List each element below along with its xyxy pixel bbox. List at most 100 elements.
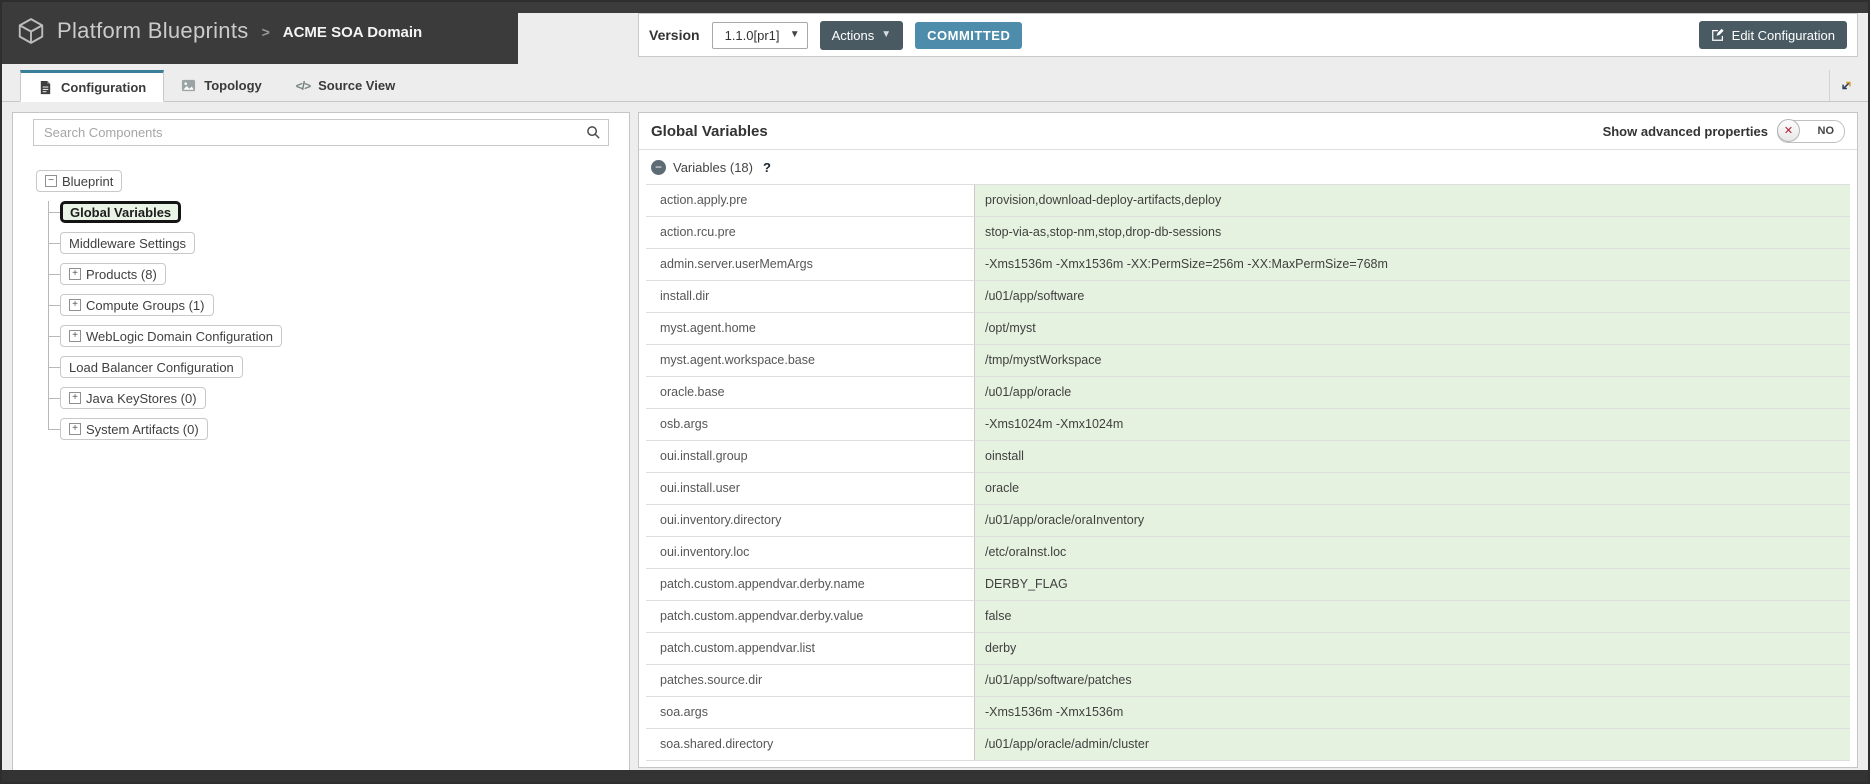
table-row: install.dir /u01/app/software [646, 281, 1850, 313]
variable-name: oui.inventory.directory [646, 505, 974, 536]
caret-down-icon: ▼ [790, 30, 800, 40]
edit-configuration-button[interactable]: Edit Configuration [1699, 21, 1847, 49]
variable-name: soa.args [646, 697, 974, 728]
expand-node-icon[interactable]: + [69, 392, 81, 404]
expand-node-icon[interactable]: + [69, 268, 81, 280]
global-variables-panel: Global Variables Show advanced propertie… [638, 112, 1858, 768]
version-select[interactable]: 1.1.0[pr1] ▼ [712, 22, 808, 49]
variable-value: stop-via-as,stop-nm,stop,drop-db-session… [974, 217, 1850, 248]
image-icon [181, 78, 196, 93]
variable-name: oui.inventory.loc [646, 537, 974, 568]
variable-name: action.rcu.pre [646, 217, 974, 248]
expand-node-icon[interactable]: + [69, 330, 81, 342]
caret-down-icon: ▼ [881, 30, 891, 40]
variable-value: /u01/app/oracle [974, 377, 1850, 408]
variable-value: false [974, 601, 1850, 632]
variables-section-label: Variables (18) [673, 160, 753, 175]
table-row: oui.inventory.loc /etc/oraInst.loc [646, 537, 1850, 569]
tree-row: + Java KeyStores (0) [48, 387, 629, 409]
table-row: oracle.base /u01/app/oracle [646, 377, 1850, 409]
variable-value: /tmp/mystWorkspace [974, 345, 1850, 376]
table-row: oui.install.group oinstall [646, 441, 1850, 473]
search-input[interactable] [33, 119, 609, 146]
variable-name: myst.agent.workspace.base [646, 345, 974, 376]
tree-node-label: Products (8) [86, 267, 157, 282]
variable-name: patch.custom.appendvar.list [646, 633, 974, 664]
tree-row: + System Artifacts (0) [48, 418, 629, 440]
expand-node-icon[interactable]: + [69, 423, 81, 435]
tree-row: + Compute Groups (1) [48, 294, 629, 316]
tree-node-label: Java KeyStores (0) [86, 391, 197, 406]
app-title: Platform Blueprints [57, 18, 249, 44]
toggle-knob-x-icon: ✕ [1777, 119, 1800, 142]
tree-node[interactable]: + Java KeyStores (0) [60, 387, 206, 409]
help-icon[interactable]: ? [763, 160, 771, 175]
table-row: soa.shared.directory /u01/app/oracle/adm… [646, 729, 1850, 761]
panel-header: Global Variables Show advanced propertie… [639, 113, 1857, 150]
search-icon [586, 125, 601, 140]
tree-row: Load Balancer Configuration [48, 356, 629, 378]
tree-row: Global Variables [48, 201, 629, 223]
search-box [33, 119, 609, 146]
variable-value: /u01/app/oracle/admin/cluster [974, 729, 1850, 760]
table-row: action.rcu.pre stop-via-as,stop-nm,stop,… [646, 217, 1850, 249]
version-value: 1.1.0[pr1] [725, 28, 780, 43]
tree-node[interactable]: Global Variables [60, 201, 181, 223]
tree-node-blueprint[interactable]: − Blueprint [36, 170, 122, 192]
tab-bar: Configuration Topology </> Source View [2, 70, 1868, 102]
table-row: action.apply.pre provision,download-depl… [646, 185, 1850, 217]
code-icon: </> [296, 79, 310, 93]
variables-table: action.apply.pre provision,download-depl… [646, 184, 1850, 761]
variable-name: patches.source.dir [646, 665, 974, 696]
tree-node-label: Global Variables [70, 205, 171, 220]
tab-source-view[interactable]: </> Source View [279, 70, 412, 101]
tab-topology-label: Topology [204, 78, 262, 93]
tab-configuration-label: Configuration [61, 80, 146, 95]
collapse-node-icon[interactable]: − [45, 175, 57, 187]
table-row: oui.install.user oracle [646, 473, 1850, 505]
component-tree-panel: − Blueprint Global Variables Middleware … [12, 112, 630, 774]
variable-name: patch.custom.appendvar.derby.name [646, 569, 974, 600]
variable-value: /opt/myst [974, 313, 1850, 344]
table-row: osb.args -Xms1024m -Xmx1024m [646, 409, 1850, 441]
variable-value: -Xms1024m -Xmx1024m [974, 409, 1850, 440]
tree-node[interactable]: + WebLogic Domain Configuration [60, 325, 282, 347]
variable-value: -Xms1536m -Xmx1536m [974, 697, 1850, 728]
expand-node-icon[interactable]: + [69, 299, 81, 311]
variable-name: myst.agent.home [646, 313, 974, 344]
version-label: Version [649, 27, 700, 43]
toggle-state-label: NO [1818, 121, 1835, 142]
tree-node-label: WebLogic Domain Configuration [86, 329, 273, 344]
panel-title: Global Variables [651, 123, 768, 140]
variable-name: soa.shared.directory [646, 729, 974, 760]
tab-topology[interactable]: Topology [164, 70, 279, 101]
actions-button-label: Actions [832, 28, 875, 43]
variable-name: oui.install.group [646, 441, 974, 472]
collapse-section-icon[interactable]: − [651, 160, 666, 175]
tree-row: + Products (8) [48, 263, 629, 285]
table-row: patch.custom.appendvar.list derby [646, 633, 1850, 665]
table-row: myst.agent.workspace.base /tmp/mystWorks… [646, 345, 1850, 377]
table-row: myst.agent.home /opt/myst [646, 313, 1850, 345]
variable-value: /u01/app/software [974, 281, 1850, 312]
expand-arrows-icon [1838, 77, 1855, 94]
page-title: ACME SOA Domain [283, 24, 422, 41]
tree-node[interactable]: + Products (8) [60, 263, 166, 285]
fullscreen-expand-button[interactable] [1829, 70, 1862, 101]
tab-configuration[interactable]: Configuration [20, 70, 164, 102]
variable-value: DERBY_FLAG [974, 569, 1850, 600]
advanced-properties-toggle[interactable]: ✕ NO [1777, 120, 1845, 143]
tree-node[interactable]: Middleware Settings [60, 232, 195, 254]
table-row: soa.args -Xms1536m -Xmx1536m [646, 697, 1850, 729]
variable-name: install.dir [646, 281, 974, 312]
tree-node[interactable]: + Compute Groups (1) [60, 294, 214, 316]
edit-configuration-label: Edit Configuration [1732, 28, 1835, 43]
bottom-taskbar [2, 770, 1868, 782]
tree-node[interactable]: Load Balancer Configuration [60, 356, 243, 378]
actions-button[interactable]: Actions ▼ [820, 21, 904, 50]
edit-pencil-icon [1711, 28, 1725, 42]
tree-node[interactable]: + System Artifacts (0) [60, 418, 208, 440]
tree-node-label: Compute Groups (1) [86, 298, 205, 313]
table-row: oui.inventory.directory /u01/app/oracle/… [646, 505, 1850, 537]
tree-children: Global Variables Middleware Settings + P… [48, 201, 629, 440]
